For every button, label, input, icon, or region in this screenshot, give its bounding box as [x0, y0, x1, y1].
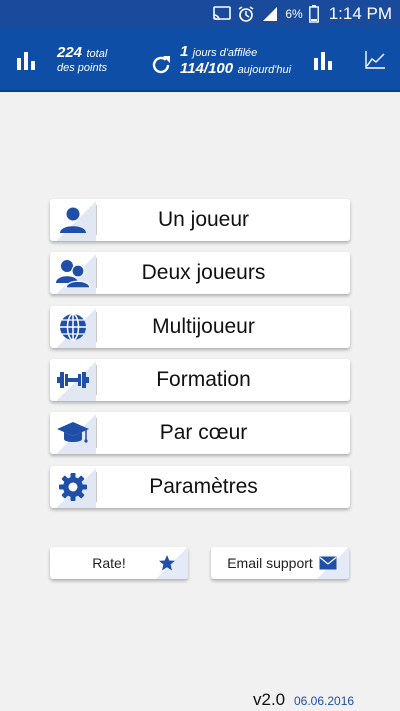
- gear-icon: [59, 473, 87, 501]
- settings-button[interactable]: Paramètres: [50, 466, 350, 508]
- single-player-icon: [60, 207, 86, 233]
- by-heart-button[interactable]: Par cœur: [50, 412, 350, 454]
- single-player-button[interactable]: Un joueur: [50, 199, 350, 241]
- two-players-label: Deux joueurs: [141, 261, 266, 284]
- by-heart-label: Par cœur: [159, 421, 248, 444]
- settings-label: Paramètres: [149, 475, 258, 498]
- rate-label: Rate!: [92, 555, 126, 571]
- signal-icon: [263, 7, 278, 21]
- today-label: aujourd'hui: [237, 64, 292, 76]
- multiplayer-label: Multijoueur: [152, 315, 255, 338]
- bar-chart-icon[interactable]: [16, 50, 36, 70]
- total-points-value: 224: [57, 44, 83, 61]
- total-points: 224 total des points: [57, 44, 108, 75]
- training-button[interactable]: Formation: [50, 359, 350, 401]
- stats-header: 224 total des points 1 jours d'affilée 1…: [0, 28, 400, 92]
- points-label: des points: [57, 62, 108, 74]
- today-value: 114/100: [180, 60, 234, 77]
- release-date: 06.06.2016: [294, 694, 355, 708]
- streak-info: 1 jours d'affilée 114/100 aujourd'hui: [180, 44, 291, 78]
- email-support-label: Email support: [227, 555, 313, 571]
- cast-icon: [213, 6, 232, 21]
- bar-chart-icon[interactable]: [313, 50, 333, 70]
- battery-icon: [308, 5, 319, 23]
- streak-value: 1: [180, 43, 189, 60]
- two-players-icon: [56, 260, 91, 288]
- mail-icon: [319, 556, 337, 570]
- clock: 1:14 PM: [328, 4, 392, 23]
- total-label: total: [86, 48, 108, 60]
- multiplayer-button[interactable]: Multijoueur: [50, 306, 350, 348]
- rate-button[interactable]: Rate!: [50, 547, 188, 579]
- globe-icon: [60, 313, 86, 341]
- two-players-button[interactable]: Deux joueurs: [50, 252, 350, 294]
- app-version: v2.0: [253, 690, 286, 709]
- battery-percent: 6%: [285, 7, 303, 21]
- graduation-cap-icon: [57, 422, 89, 443]
- status-bar: 6% 1:14 PM: [0, 0, 400, 28]
- email-support-button[interactable]: Email support: [211, 547, 349, 579]
- alarm-icon: [238, 6, 254, 22]
- line-chart-icon[interactable]: [364, 50, 386, 70]
- refresh-icon[interactable]: [150, 54, 172, 76]
- star-icon: [159, 555, 175, 571]
- single-player-label: Un joueur: [157, 208, 250, 231]
- training-label: Formation: [156, 368, 251, 391]
- dumbbell-icon: [57, 372, 89, 388]
- streak-label: jours d'affilée: [192, 47, 258, 59]
